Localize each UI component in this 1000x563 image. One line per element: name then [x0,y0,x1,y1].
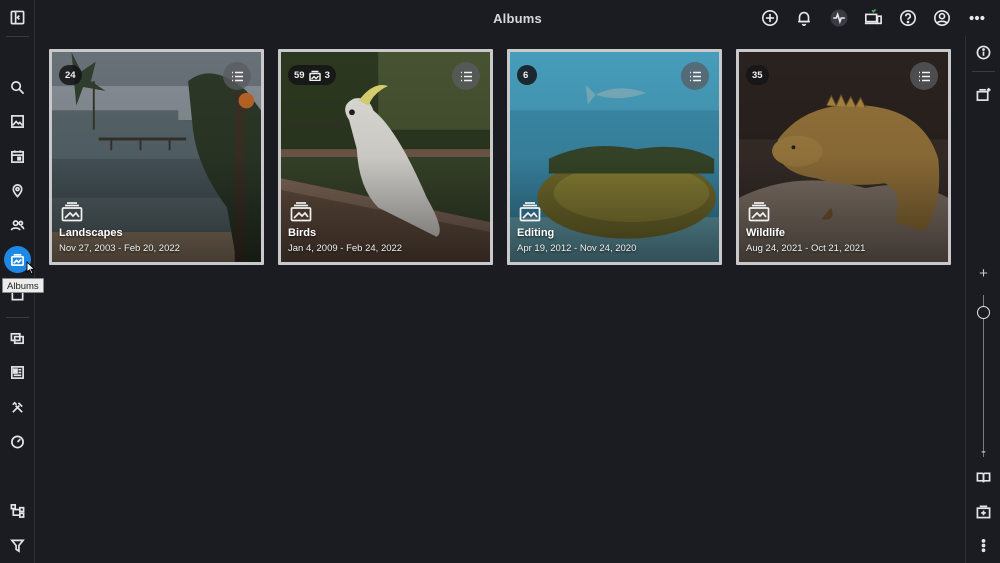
albums-icon [11,253,24,266]
more-horizontal-icon [969,15,985,21]
sidebar-divider [6,317,29,318]
add-to-album-button[interactable] [970,81,997,108]
photo-count-badge: 24 [59,65,82,85]
top-actions [753,0,995,36]
photo-icon [11,115,24,128]
sidebar-item-photos[interactable] [4,108,31,135]
top-left-corner [0,0,35,36]
sidebar-item-hierarchy[interactable] [4,497,31,524]
album-type-icon [519,202,541,222]
sidebar-item-people[interactable] [4,212,31,239]
notifications-button[interactable] [787,0,822,36]
album-menu-button[interactable] [223,62,251,90]
left-sidebar [0,36,35,563]
photo-count-badge: 35 [746,65,769,85]
list-icon [918,71,930,81]
right-sidebar: + - [965,36,1000,563]
sidebar-item-tools[interactable] [4,394,31,421]
more-button[interactable] [960,0,995,36]
new-album-icon [976,505,991,519]
activity-icon [830,9,848,27]
people-icon [10,220,25,231]
info-icon [976,45,991,60]
reader-button[interactable] [970,464,997,491]
album-card-landscapes[interactable]: 24 Landscapes Nov 27, 2003 - Feb 20, 202… [49,49,264,265]
devices-icon [865,9,883,25]
bell-icon [798,11,811,26]
album-name: Birds [288,227,317,239]
add-icon [761,9,778,27]
add-to-album-icon [976,87,991,101]
help-icon [899,9,916,27]
collections-icon [10,332,24,345]
devices-button[interactable] [856,0,891,36]
album-card-birds[interactable]: 59 3 Birds Jan 4, 2009 - Feb 24, 2022 [278,49,493,265]
album-card-wildlife[interactable]: 35 Wildlife Aug 24, 2021 - Oct 21, 2021 [736,49,951,265]
sub-album-icon [308,70,321,81]
album-menu-button[interactable] [910,62,938,90]
info-button[interactable] [970,39,997,66]
location-icon [12,184,23,198]
app-window: Albums Albums 24 Landscapes Nov 27, 2003… [0,0,1000,563]
sidebar-item-search[interactable] [4,74,31,101]
list-icon [460,71,472,81]
add-button[interactable] [753,0,788,36]
album-type-icon [748,202,770,222]
toggle-sidebar-icon[interactable] [4,4,31,31]
album-name: Wildlife [746,227,786,239]
album-type-icon [290,202,312,222]
hierarchy-icon [10,504,25,518]
album-date-range: Nov 27, 2003 - Feb 20, 2022 [59,243,180,254]
album-card-editing[interactable]: 6 Editing Apr 19, 2012 - Nov 24, 2020 [507,49,722,265]
help-button[interactable] [891,0,926,36]
activity-button[interactable] [822,0,857,36]
album-date-range: Apr 19, 2012 - Nov 24, 2020 [517,243,637,254]
more-options-button[interactable] [970,532,997,559]
account-button[interactable] [925,0,960,36]
sidebar-item-calendar[interactable] [4,143,31,170]
album-type-icon [61,202,83,222]
zoom-slider-thumb[interactable] [977,306,990,320]
sidebar-divider [6,36,29,37]
sidebar-item-places[interactable] [4,177,31,204]
album-name: Landscapes [59,227,123,239]
page-title: Albums [493,10,542,26]
album-name: Editing [517,227,555,239]
mouse-cursor-icon [26,261,36,275]
sidebar-item-dashboard[interactable] [4,359,31,386]
list-icon [689,71,701,81]
more-vertical-icon [981,538,986,553]
album-date-range: Jan 4, 2009 - Feb 24, 2022 [288,243,403,254]
calendar-icon [11,150,24,163]
account-icon [934,9,951,27]
tooltip: Albums [2,278,44,293]
filter-icon [10,539,25,553]
zoom-slider-track[interactable] [983,295,984,457]
photo-count-badge: 59 3 [288,65,336,85]
new-album-button[interactable] [970,498,997,525]
sidebar-item-collections[interactable] [4,325,31,352]
photo-count-badge: 6 [517,65,537,85]
sidebar-item-performance[interactable] [4,428,31,455]
album-date-range: Aug 24, 2021 - Oct 21, 2021 [746,243,866,254]
list-icon [231,71,243,81]
search-icon [11,81,25,95]
album-menu-button[interactable] [681,62,709,90]
speedometer-icon [11,435,24,449]
dashboard-icon [11,366,24,379]
book-icon [976,472,991,483]
zoom-out-button[interactable]: - [966,443,1000,460]
tools-icon [12,401,23,413]
sidebar-item-filter[interactable] [4,532,31,559]
zoom-in-button[interactable]: + [966,265,1000,282]
album-menu-button[interactable] [452,62,480,90]
sidebar-divider [972,71,995,72]
